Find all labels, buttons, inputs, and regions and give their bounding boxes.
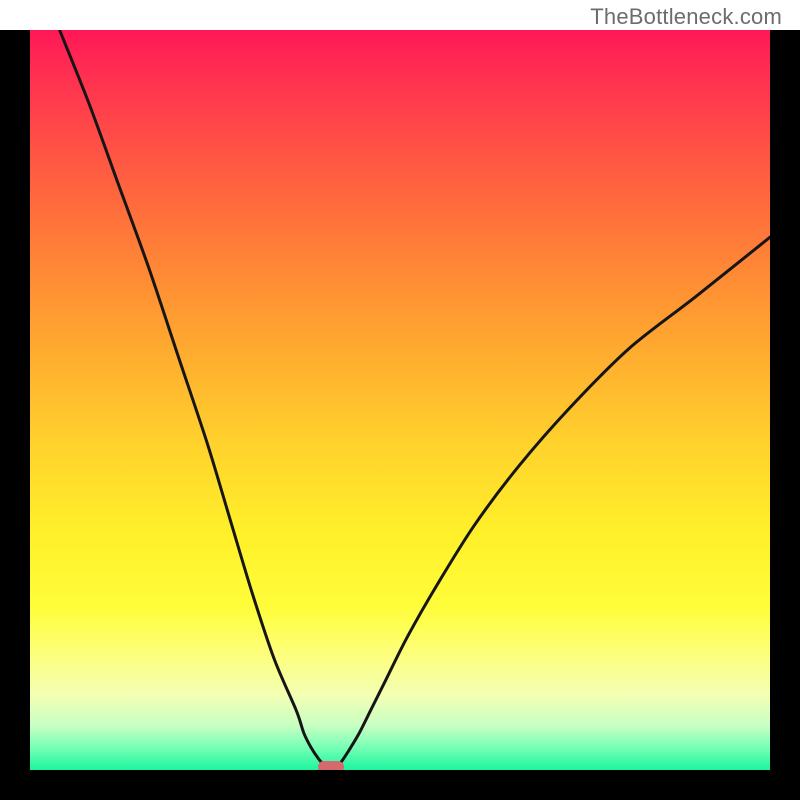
v-curve: [30, 30, 770, 770]
chart-root: TheBottleneck.com: [0, 0, 800, 800]
watermark-text: TheBottleneck.com: [590, 4, 782, 30]
plot-area: [30, 30, 770, 770]
vertex-marker: [318, 761, 344, 770]
chart-frame: [0, 30, 800, 800]
curve-path: [60, 30, 770, 770]
